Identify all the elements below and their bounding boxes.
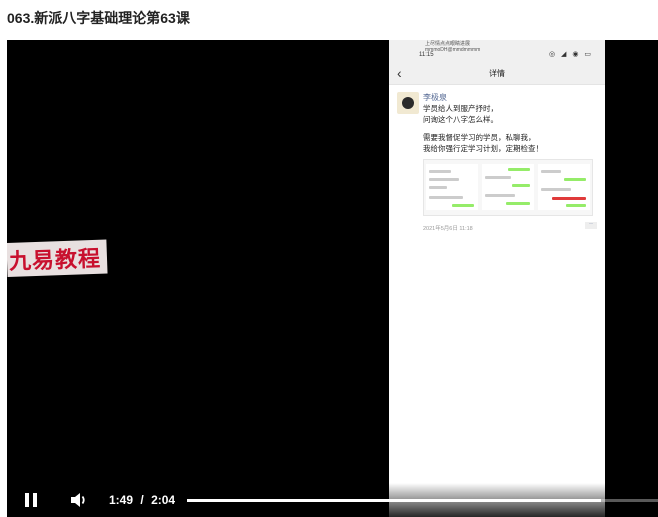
current-time: 1:49 — [109, 493, 134, 507]
progress-bar[interactable] — [187, 499, 658, 502]
status-time: 11:15 — [419, 52, 434, 58]
volume-button[interactable] — [69, 491, 89, 509]
avatar — [397, 92, 419, 114]
page-title: 063.新派八字基础理论第63课 — [7, 10, 190, 26]
post-image-screenshots — [423, 159, 593, 216]
pause-button[interactable] — [24, 493, 38, 507]
post-author: 李极泉 — [423, 93, 447, 102]
avatar-figure-icon — [402, 97, 414, 109]
phone-screen-frame: 上尽情点点眼睛进展 mmmoDH@mmdmmmm 11:15 ◎ ◢ ◉ ▭ ‹… — [389, 40, 605, 517]
time-display: 1:49 / 2:04 — [109, 493, 176, 507]
duration: 2:04 — [151, 493, 176, 507]
phone-nav-title: 详情 — [489, 69, 505, 78]
speaker-icon — [71, 493, 85, 507]
post-text-line: 问询这个八字怎么样。 — [423, 115, 498, 124]
phone-status-bar: 上尽情点点眼睛进展 mmmoDH@mmdmmmm 11:15 ◎ ◢ ◉ ▭ — [389, 40, 605, 62]
post-text-line: 学员给人到服产抒时， — [423, 104, 498, 113]
post-text-line: 需要我督促学习的学员，私聊我， — [423, 133, 536, 142]
post-timestamp: 2021年5月6日 11:18 — [423, 226, 473, 232]
pause-icon — [25, 493, 29, 507]
status-icons: ◎ ◢ ◉ ▭ — [548, 51, 593, 58]
video-controls: 1:49 / 2:04 — [7, 483, 658, 517]
phone-nav-bar: ‹ 详情 — [389, 62, 605, 85]
post-text-line: 我给你强行定学习计划，定期检查！ — [423, 144, 543, 153]
more-options-icon: ·· — [585, 221, 597, 229]
moment-post: 李极泉 学员给人到服产抒时， 问询这个八字怎么样。 需要我督促学习的学员，私聊我… — [389, 85, 605, 251]
video-player[interactable]: 九易教程 上尽情点点眼睛进展 mmmoDH@mmdmmmm 11:15 ◎ ◢ … — [7, 40, 658, 517]
post-meta: 2021年5月6日 11:18 ·· — [423, 221, 597, 232]
watermark-text: 九易教程 — [7, 239, 108, 277]
progress-fill — [187, 499, 601, 502]
